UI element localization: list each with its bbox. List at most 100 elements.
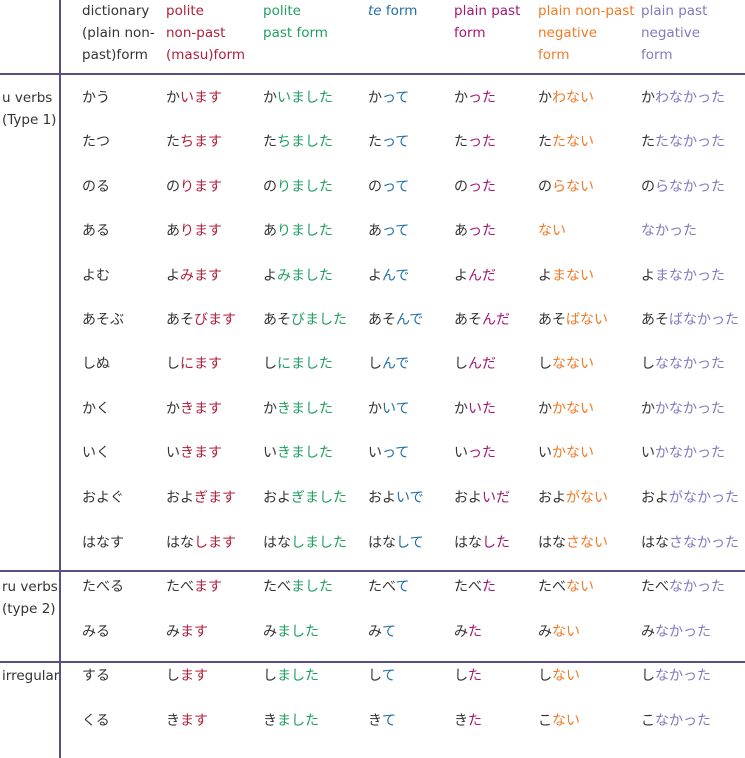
plain-nonpast-negative-form: たたない [538, 134, 594, 150]
te-form: かいて [368, 401, 410, 417]
plain-past-form: した [454, 668, 482, 684]
dictionary-form: あそぶ [82, 312, 124, 328]
verb-row-tatsu: たつ たちます たちました たって たった たたない たたなかった [0, 130, 745, 154]
plain-nonpast-negative-form: ない [538, 223, 566, 239]
plain-past-form: のった [454, 179, 496, 195]
header-plain-past: plain past form [454, 3, 521, 41]
verb-row-noru: のる のります のりました のって のった のらない のらなかった [0, 175, 745, 199]
verb-row-miru: みる みます みました みて みた みない みなかった [0, 620, 745, 644]
plain-past-form: たべた [454, 579, 496, 595]
plain-past-negative-form: こなかった [641, 713, 711, 729]
verb-row-shinu: しぬ しにます しにました しんで しんだ しなない しななかった [0, 352, 745, 376]
dictionary-form: くる [82, 713, 110, 729]
te-form: はなして [368, 535, 424, 551]
verb-row-asobu: あそぶ あそびます あそびました あそんで あそんだ あそばない あそばなかった [0, 308, 745, 332]
polite-nonpast-form: のります [166, 179, 222, 195]
polite-past-form: ありました [263, 223, 333, 239]
polite-nonpast-form: します [166, 668, 208, 684]
plain-past-form: みた [454, 624, 482, 640]
polite-past-form: みました [263, 624, 319, 640]
plain-past-form: あそんだ [454, 312, 510, 328]
dictionary-form: およぐ [82, 490, 124, 506]
plain-nonpast-negative-form: みない [538, 624, 580, 640]
polite-past-form: たべました [263, 579, 333, 595]
plain-nonpast-negative-form: あそばない [538, 312, 608, 328]
polite-nonpast-form: いきます [166, 445, 222, 461]
plain-past-negative-form: およがなかった [641, 490, 739, 506]
plain-past-negative-form: たべなかった [641, 579, 725, 595]
te-form: およいで [368, 490, 424, 506]
polite-past-form: たちました [263, 134, 333, 150]
plain-past-form: かいた [454, 401, 496, 417]
header-plain-nonpast-negative: plain non-past negative form [538, 3, 635, 63]
header-polite-past: polite past form [263, 3, 328, 41]
plain-past-form: しんだ [454, 356, 496, 372]
group-divider-ru [0, 570, 745, 572]
plain-nonpast-negative-form: しなない [538, 356, 594, 372]
header-dictionary: dictionary (plain non- past)form [82, 3, 155, 63]
dictionary-form: しぬ [82, 356, 110, 372]
header-te-italic: te [368, 3, 382, 19]
polite-past-form: しにました [263, 356, 333, 372]
verb-row-kau: かう かいます かいました かって かった かわない かわなかった [0, 86, 745, 110]
polite-nonpast-form: たべます [166, 579, 222, 595]
verb-row-taberu: たべる たべます たべました たべて たべた たべない たべなかった [0, 575, 745, 599]
plain-past-form: きた [454, 713, 482, 729]
plain-past-negative-form: かかなかった [641, 401, 725, 417]
plain-past-negative-form: あそばなかった [641, 312, 739, 328]
plain-past-form: あった [454, 223, 496, 239]
te-form: あって [368, 223, 410, 239]
te-form: あそんで [368, 312, 424, 328]
dictionary-form: たつ [82, 134, 110, 150]
polite-nonpast-form: かきます [166, 401, 222, 417]
group-divider-irregular [0, 661, 745, 663]
polite-nonpast-form: はなします [166, 535, 236, 551]
verb-row-yomu: よむ よみます よみました よんで よんだ よまない よまなかった [0, 264, 745, 288]
plain-past-negative-form: なかった [641, 223, 697, 239]
te-form: のって [368, 179, 410, 195]
plain-past-form: よんだ [454, 268, 496, 284]
polite-past-form: よみました [263, 268, 333, 284]
dictionary-form: する [82, 668, 110, 684]
header-te-form: te form [368, 0, 417, 22]
plain-past-form: たった [454, 134, 496, 150]
plain-nonpast-negative-form: いかない [538, 445, 594, 461]
plain-past-negative-form: しななかった [641, 356, 725, 372]
dictionary-form: はなす [82, 535, 124, 551]
te-form: いって [368, 445, 410, 461]
dictionary-form: かう [82, 90, 110, 106]
polite-nonpast-form: きます [166, 713, 208, 729]
te-form: みて [368, 624, 396, 640]
plain-nonpast-negative-form: しない [538, 668, 580, 684]
polite-nonpast-form: およぎます [166, 490, 236, 506]
te-form: たって [368, 134, 410, 150]
verb-row-aru: ある あります ありました あって あった ない なかった [0, 219, 745, 243]
polite-past-form: かいました [263, 90, 333, 106]
dictionary-form: よむ [82, 268, 110, 284]
te-form: して [368, 668, 396, 684]
plain-past-negative-form: はなさなかった [641, 535, 739, 551]
header-te-rest: form [381, 3, 418, 19]
polite-nonpast-form: みます [166, 624, 208, 640]
polite-nonpast-form: しにます [166, 356, 222, 372]
plain-nonpast-negative-form: よまない [538, 268, 594, 284]
polite-past-form: いきました [263, 445, 333, 461]
polite-past-form: はなしました [263, 535, 347, 551]
plain-past-form: いった [454, 445, 496, 461]
polite-past-form: かきました [263, 401, 333, 417]
plain-nonpast-negative-form: およがない [538, 490, 608, 506]
header-plain-past-negative: plain past negative form [641, 3, 708, 63]
polite-nonpast-form: あります [166, 223, 222, 239]
plain-past-negative-form: よまなかった [641, 268, 725, 284]
plain-nonpast-negative-form: かわない [538, 90, 594, 106]
dictionary-form: かく [82, 401, 110, 417]
plain-past-negative-form: かわなかった [641, 90, 725, 106]
plain-past-negative-form: しなかった [641, 668, 711, 684]
plain-past-negative-form: たたなかった [641, 134, 725, 150]
te-form: かって [368, 90, 410, 106]
verb-row-iku: いく いきます いきました いって いった いかない いかなかった [0, 441, 745, 465]
verb-row-suru: する します しました して した しない しなかった [0, 664, 745, 688]
te-form: しんで [368, 356, 410, 372]
dictionary-form: のる [82, 179, 110, 195]
polite-nonpast-form: かいます [166, 90, 222, 106]
